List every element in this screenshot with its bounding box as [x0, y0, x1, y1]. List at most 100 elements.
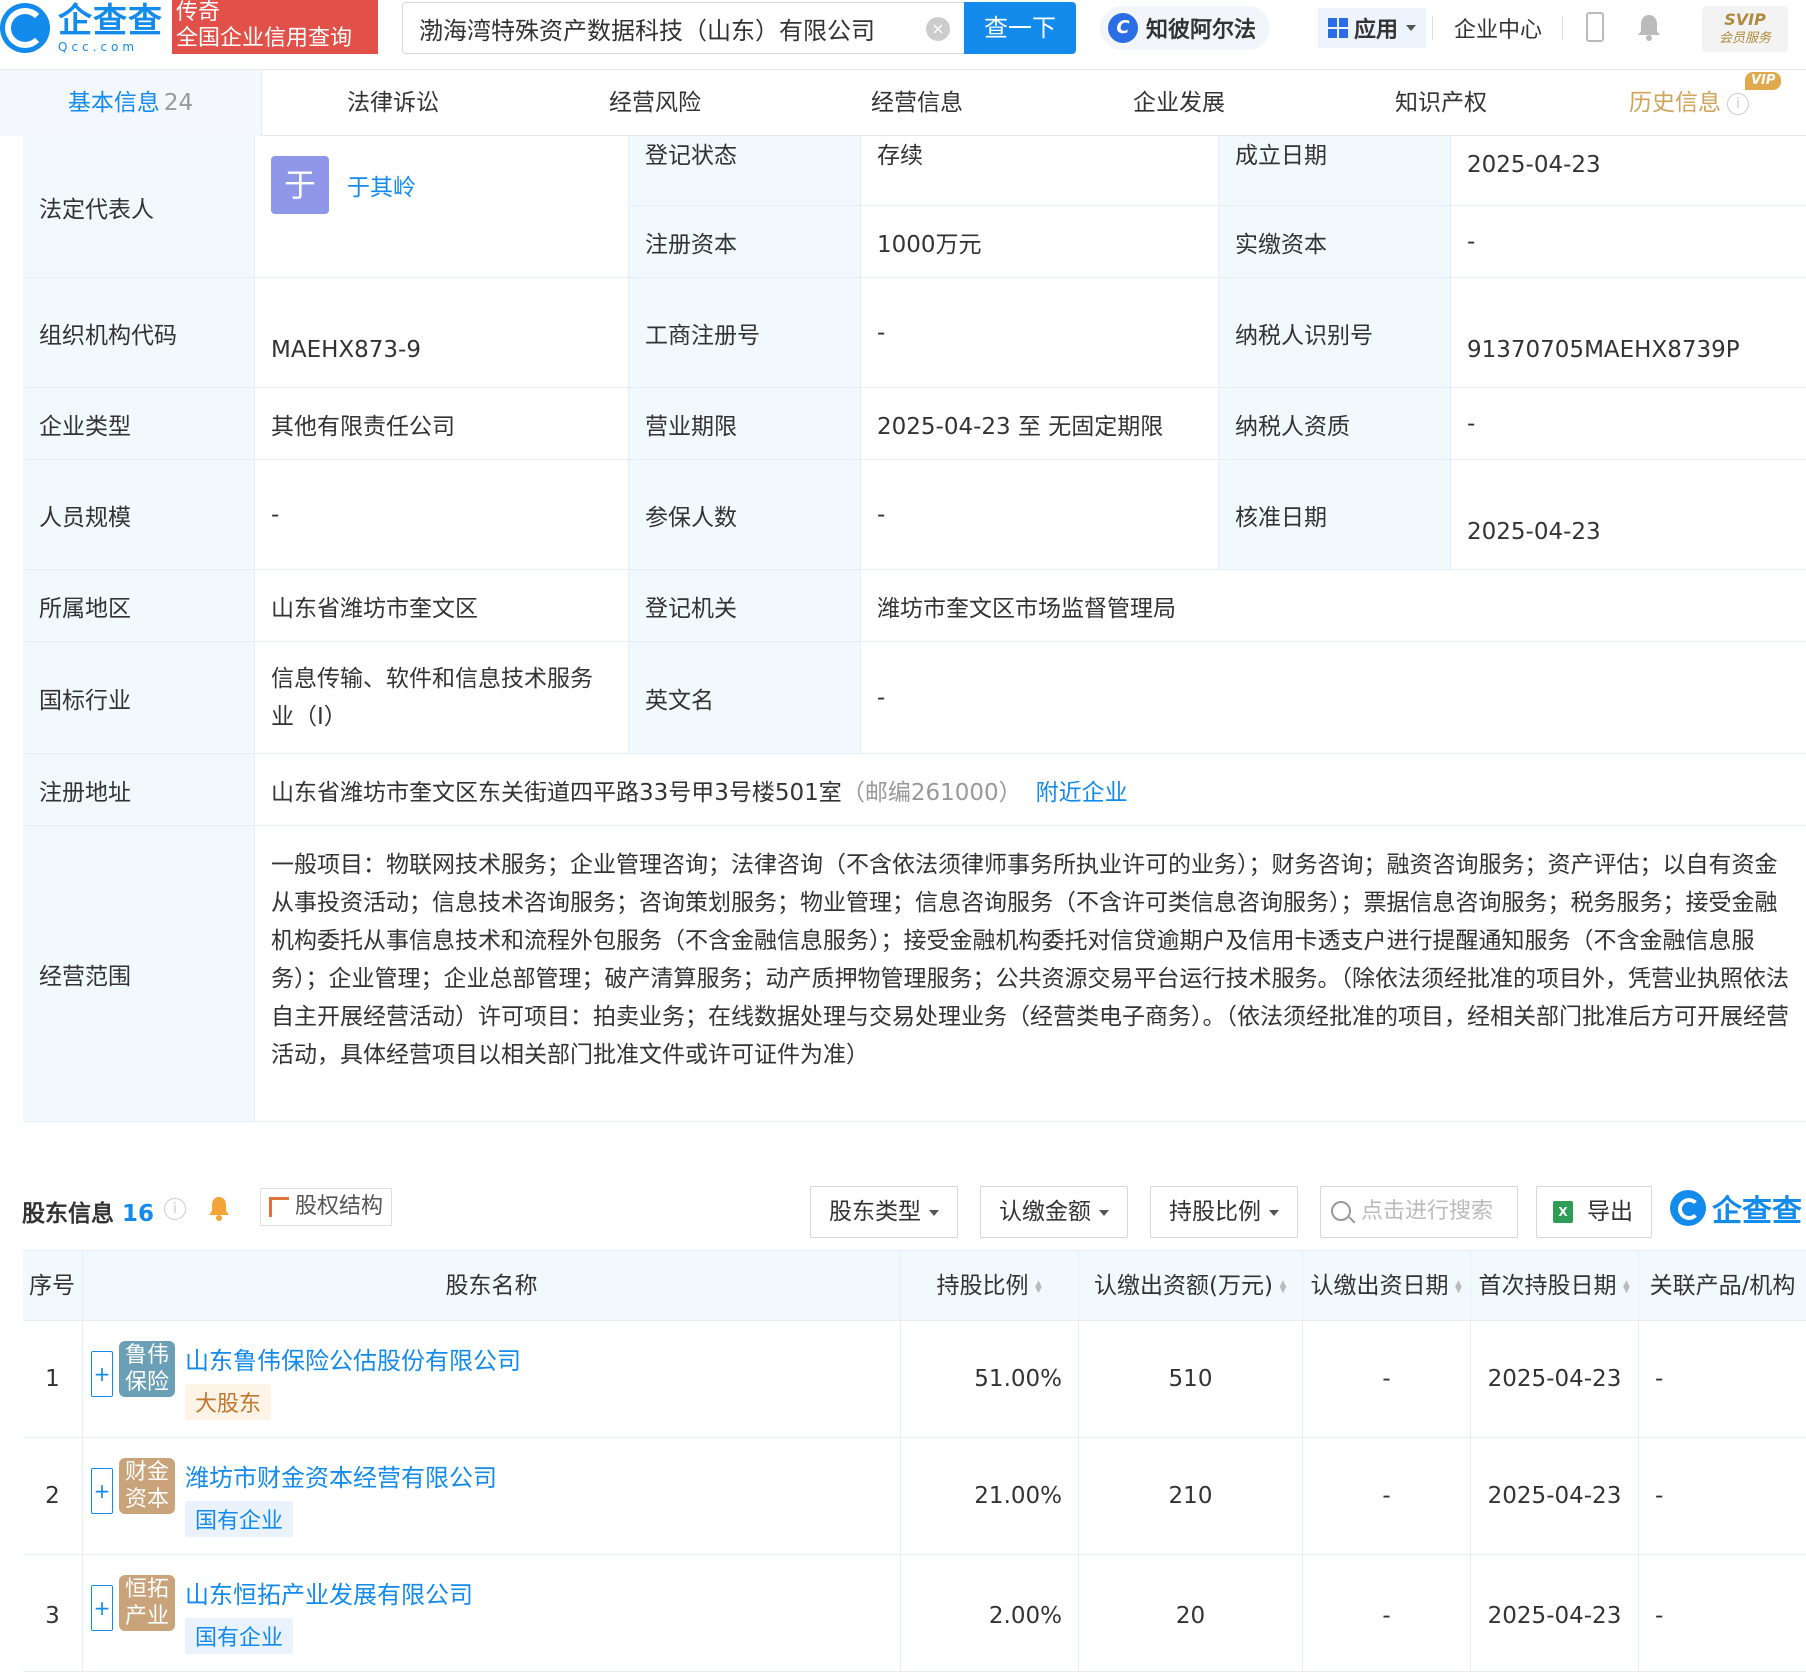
col-name: 股东名称: [83, 1251, 901, 1321]
shareholder-search-input[interactable]: 点击进行搜索: [1320, 1186, 1518, 1238]
shareholders-table: 序号 股东名称 持股比例 ▲ ▼ 认缴出资额(万元) ▲ ▼ 认缴出资日期 ▲ ▼ 首次持股…: [22, 1250, 1806, 1672]
info-icon: i: [1727, 92, 1749, 115]
related-value: -: [1639, 1321, 1806, 1438]
sub-date-value: -: [1303, 1438, 1471, 1555]
reg-capital-value: 1000万元: [861, 206, 1219, 278]
avatar[interactable]: 于: [271, 156, 329, 214]
svip-button[interactable]: SVIP 会员服务: [1702, 6, 1788, 52]
mobile-icon[interactable]: [1586, 12, 1604, 42]
company-logo: 财金资本: [119, 1458, 175, 1514]
qcc-logo[interactable]: 企查查 Qcc.com: [0, 0, 163, 56]
promo-banner[interactable]: 传奇 全国企业信用查询: [172, 0, 378, 54]
col-sub-date[interactable]: 认缴出资日期 ▲ ▼: [1303, 1251, 1471, 1321]
shareholder-type-dropdown[interactable]: 股东类型: [810, 1186, 958, 1238]
chevron-down-icon: [1099, 1209, 1109, 1216]
tab-development[interactable]: 企业发展: [1048, 70, 1310, 136]
approval-date-value: 2025-04-23: [1451, 460, 1806, 570]
biz-reg-no-label: 工商注册号: [629, 278, 861, 388]
shareholder-link[interactable]: 山东鲁伟保险公估股份有限公司: [185, 1341, 521, 1376]
reg-capital-label: 注册资本: [629, 206, 861, 278]
biz-reg-no-value: -: [861, 278, 1219, 388]
enterprise-center-link[interactable]: 企业中心: [1454, 12, 1542, 44]
tab-ip[interactable]: 知识产权: [1310, 70, 1572, 136]
first-date-value: 2025-04-23: [1471, 1438, 1639, 1555]
shareholders-title: 股东信息 16: [22, 1201, 155, 1227]
status-badge: 国有企业: [185, 1618, 294, 1654]
scope-label: 经营范围: [23, 826, 255, 1122]
address-value: 山东省潍坊市奎文区东关街道四平路33号甲3号楼501室: [271, 779, 842, 806]
export-button[interactable]: X 导出: [1536, 1186, 1652, 1238]
chevron-down-icon: [1269, 1209, 1279, 1216]
col-related: 关联产品/机构: [1639, 1251, 1806, 1321]
biz-term-value: 2025-04-23 至 无固定期限: [861, 388, 1219, 460]
taxpayer-id-label: 纳税人识别号: [1219, 278, 1451, 388]
related-value: -: [1639, 1555, 1806, 1672]
tab-basic-info[interactable]: 基本信息 24: [0, 70, 262, 136]
biz-term-label: 营业期限: [629, 388, 861, 460]
expand-button[interactable]: +: [91, 1468, 113, 1514]
col-amount[interactable]: 认缴出资额(万元) ▲ ▼: [1079, 1251, 1303, 1321]
ratio-dropdown[interactable]: 持股比例: [1150, 1186, 1298, 1238]
col-ratio[interactable]: 持股比例 ▲ ▼: [901, 1251, 1079, 1321]
nearby-link[interactable]: 附近企业: [1036, 773, 1128, 807]
legal-rep-link[interactable]: 于其岭: [347, 168, 416, 202]
table-row: + 财金资本 潍坊市财金资本经营有限公司 国有企业: [83, 1438, 901, 1555]
zhibi-label: 知彼阿尔法: [1146, 18, 1257, 43]
row-no: 1: [23, 1321, 83, 1438]
taxpayer-id-value: 91370705MAEHX8739P: [1451, 278, 1806, 388]
shareholder-link[interactable]: 山东恒拓产业发展有限公司: [185, 1575, 473, 1610]
search-value: 渤海湾特殊资产数据科技（山东）有限公司: [419, 16, 875, 45]
company-type-value: 其他有限责任公司: [255, 388, 629, 460]
table-row: + 恒拓产业 山东恒拓产业发展有限公司 国有企业: [83, 1555, 901, 1672]
col-first-date[interactable]: 首次持股日期 ▲ ▼: [1471, 1251, 1639, 1321]
tab-risk[interactable]: 经营风险: [524, 70, 786, 136]
legal-rep-label: 法定代表人: [23, 136, 255, 278]
section-tabs: 基本信息 24 法律诉讼 经营风险 经营信息 企业发展 知识产权 历史信息 i: [0, 70, 1806, 136]
shareholders-toolbar: 股东信息 16 i 股权结构 股东类型 认缴金额 持股比例 点击进行搜索 X 导…: [22, 1182, 1806, 1238]
promo-line1: 传奇: [176, 0, 221, 25]
svip-label: SVIP: [1724, 10, 1766, 29]
status-badge: 国有企业: [185, 1501, 294, 1537]
expand-button[interactable]: +: [91, 1585, 113, 1631]
tab-business[interactable]: 经营信息: [786, 70, 1048, 136]
promo-line2: 全国企业信用查询: [176, 26, 353, 51]
reg-authority-value: 潍坊市奎文区市场监督管理局: [861, 570, 1806, 642]
expand-button[interactable]: +: [91, 1351, 113, 1397]
search-button[interactable]: 查一下: [964, 2, 1076, 54]
qcc-logo-icon: [0, 3, 50, 53]
top-header: 企查查 Qcc.com 传奇 全国企业信用查询 渤海湾特殊资产数据科技（山东）有…: [0, 0, 1806, 70]
related-value: -: [1639, 1438, 1806, 1555]
staff-size-value: -: [255, 460, 629, 570]
bell-icon[interactable]: [206, 1194, 232, 1222]
ratio-value: 51.00%: [901, 1321, 1079, 1438]
clear-icon[interactable]: ×: [926, 17, 950, 41]
row-no: 2: [23, 1438, 83, 1555]
vip-badge: VIP: [1745, 72, 1782, 90]
org-code-value: MAEHX873-9: [255, 278, 629, 388]
search-input[interactable]: 渤海湾特殊资产数据科技（山东）有限公司 ×: [402, 2, 964, 54]
grid-icon: [1328, 18, 1348, 38]
reg-authority-label: 登记机关: [629, 570, 861, 642]
svip-sublabel: 会员服务: [1718, 31, 1771, 46]
bell-icon[interactable]: [1636, 12, 1662, 42]
industry-label: 国标行业: [23, 642, 255, 754]
english-name-value: -: [861, 642, 1806, 754]
org-code-label: 组织机构代码: [23, 278, 255, 388]
shareholder-link[interactable]: 潍坊市财金资本经营有限公司: [185, 1458, 497, 1493]
col-no: 序号: [23, 1251, 83, 1321]
industry-value: 信息传输、软件和信息技术服务业（I）: [255, 642, 629, 754]
address-label: 注册地址: [23, 754, 255, 826]
structure-icon: [269, 1197, 289, 1217]
zhibi-alpha-button[interactable]: C 知彼阿尔法: [1100, 6, 1271, 50]
equity-structure-button[interactable]: 股权结构: [260, 1188, 393, 1226]
amount-dropdown[interactable]: 认缴金额: [980, 1186, 1128, 1238]
info-icon[interactable]: i: [164, 1198, 186, 1220]
amount-value: 510: [1079, 1321, 1303, 1438]
english-name-label: 英文名: [629, 642, 861, 754]
taxpayer-qual-value: -: [1451, 388, 1806, 460]
company-type-label: 企业类型: [23, 388, 255, 460]
apps-menu[interactable]: 应用: [1318, 8, 1427, 48]
ratio-value: 21.00%: [901, 1438, 1079, 1555]
reg-status-value: 存续: [861, 136, 1219, 206]
tab-legal[interactable]: 法律诉讼: [262, 70, 524, 136]
